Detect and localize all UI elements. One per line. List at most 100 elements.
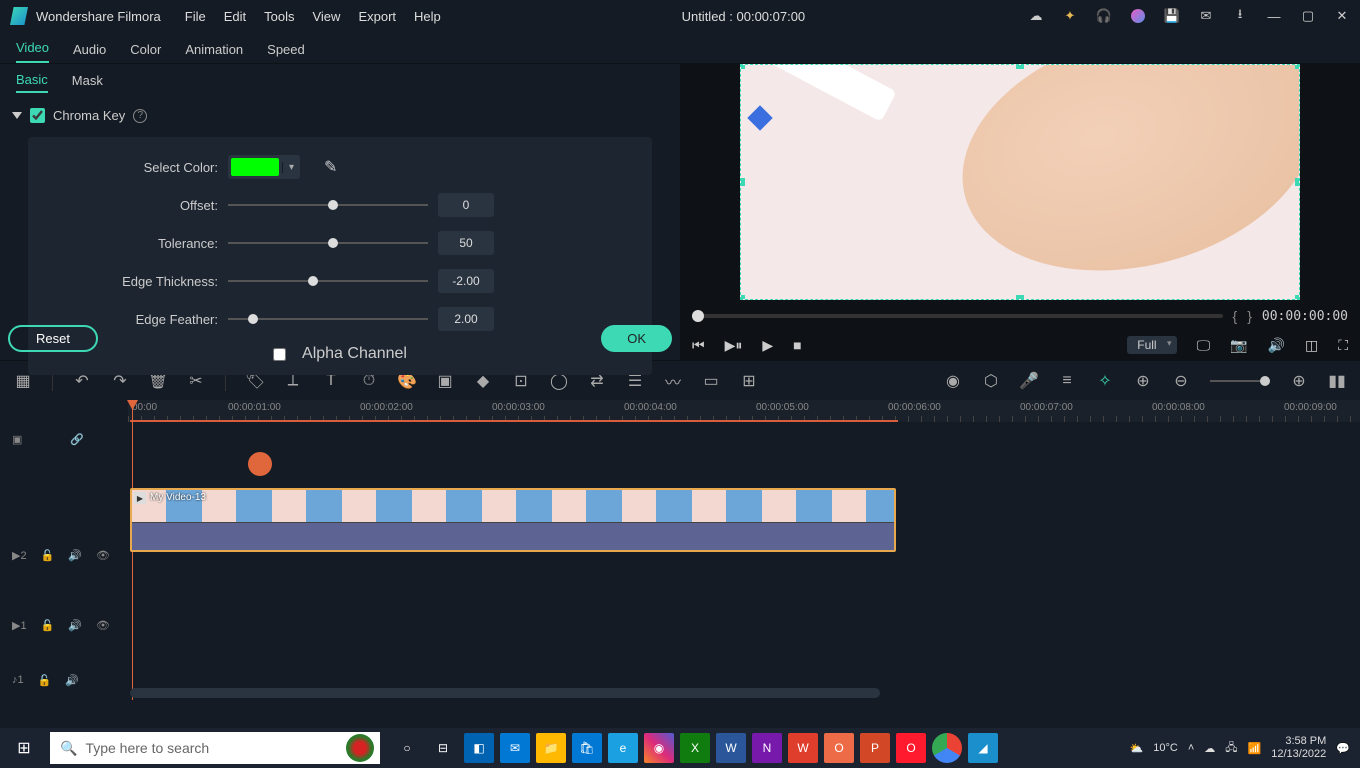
word-icon[interactable]: W: [716, 733, 746, 763]
menu-export[interactable]: Export: [358, 9, 396, 24]
mute-icon[interactable]: 🔊: [68, 549, 82, 562]
resize-handle[interactable]: [740, 295, 745, 300]
eyedropper-icon[interactable]: ✎: [324, 157, 337, 177]
mail-icon[interactable]: ✉: [1198, 8, 1214, 24]
mic-icon[interactable]: 🎤: [1020, 372, 1038, 390]
color-swatch-button[interactable]: ▾: [228, 155, 300, 179]
offset-value[interactable]: 0: [438, 193, 494, 217]
marker-icon[interactable]: ⬡: [982, 372, 1000, 390]
chrome-icon[interactable]: [932, 733, 962, 763]
edge-thickness-value[interactable]: -2.00: [438, 269, 494, 293]
cortana-icon[interactable]: ○: [392, 733, 422, 763]
collapse-icon[interactable]: [12, 112, 22, 119]
weather-icon[interactable]: ⛅: [1130, 742, 1144, 755]
scrub-thumb[interactable]: [692, 310, 704, 322]
edge-icon[interactable]: e: [608, 733, 638, 763]
edge-thickness-slider[interactable]: [228, 273, 428, 289]
play-pause-icon[interactable]: ▶⏸: [725, 337, 743, 354]
menu-tools[interactable]: Tools: [264, 9, 294, 24]
mute-icon[interactable]: 🔊: [65, 674, 79, 687]
zoom-in-icon[interactable]: ⊕: [1290, 372, 1308, 390]
track-a1[interactable]: [128, 626, 1360, 666]
save-icon[interactable]: 💾: [1164, 8, 1180, 24]
opera-icon[interactable]: O: [896, 733, 926, 763]
mute-icon[interactable]: 🔊: [68, 619, 82, 632]
video-clip[interactable]: ▶ My Video-13: [130, 488, 896, 552]
time-ruler[interactable]: 00:0000:00:01:0000:00:02:0000:00:03:0000…: [128, 400, 1360, 422]
auto-ripple-icon[interactable]: ✧: [1096, 372, 1114, 390]
mail-app-icon[interactable]: ✉: [500, 733, 530, 763]
track-motion-icon[interactable]: ◉: [944, 372, 962, 390]
maximize-icon[interactable]: ▢: [1300, 8, 1316, 24]
fullscreen-icon[interactable]: ⛶: [1338, 337, 1348, 354]
resize-handle[interactable]: [1295, 178, 1300, 186]
menu-edit[interactable]: Edit: [224, 9, 246, 24]
filmora-taskbar-icon[interactable]: ◢: [968, 733, 998, 763]
tolerance-value[interactable]: 50: [438, 231, 494, 255]
resize-handle[interactable]: [1295, 295, 1300, 300]
weather-text[interactable]: 10°C: [1153, 742, 1178, 754]
add-marker-icon[interactable]: ⊕: [1134, 372, 1152, 390]
download-icon[interactable]: ⭳: [1232, 8, 1248, 24]
render-icon[interactable]: ▭: [702, 372, 720, 390]
chroma-key-checkbox[interactable]: [30, 108, 45, 123]
group-icon[interactable]: ⊞: [740, 372, 758, 390]
subtab-basic[interactable]: Basic: [16, 72, 48, 93]
track-type-video-icon[interactable]: ▶1: [12, 619, 27, 632]
compare-icon[interactable]: ◫: [1305, 337, 1318, 354]
resize-handle[interactable]: [740, 64, 745, 69]
preview-frame[interactable]: [740, 64, 1300, 300]
track-v2[interactable]: ▶ My Video-13: [128, 486, 1360, 556]
tray-wifi-icon[interactable]: 📶: [1248, 742, 1262, 755]
lock-icon[interactable]: 🔓: [38, 674, 52, 687]
tray-chevron-icon[interactable]: ˄: [1188, 742, 1194, 754]
offset-slider[interactable]: [228, 197, 428, 213]
track-v1[interactable]: [128, 556, 1360, 626]
store-icon[interactable]: 🛍: [572, 733, 602, 763]
visibility-icon[interactable]: 👁: [96, 619, 110, 632]
close-icon[interactable]: ✕: [1334, 8, 1350, 24]
media-icon[interactable]: ▣: [12, 433, 22, 446]
cloud-icon[interactable]: ☁: [1028, 8, 1044, 24]
noise-icon[interactable]: 〰: [664, 372, 682, 390]
snapshot-icon[interactable]: 📷: [1230, 337, 1247, 354]
tab-color[interactable]: Color: [130, 42, 161, 63]
tab-audio[interactable]: Audio: [73, 42, 106, 63]
timeline-marker[interactable]: [248, 452, 272, 476]
onenote-icon[interactable]: N: [752, 733, 782, 763]
start-button[interactable]: ⊞: [0, 728, 48, 768]
headphones-icon[interactable]: 🎧: [1096, 8, 1112, 24]
help-icon[interactable]: ?: [133, 109, 147, 123]
horizontal-scrollbar[interactable]: [130, 688, 880, 698]
profile-icon[interactable]: [1130, 8, 1146, 24]
resize-handle[interactable]: [1016, 64, 1024, 69]
task-view-icon[interactable]: ⊟: [428, 733, 458, 763]
ok-button[interactable]: OK: [601, 325, 672, 352]
quality-dropdown[interactable]: Full: [1127, 336, 1176, 354]
tab-animation[interactable]: Animation: [185, 42, 243, 63]
display-icon[interactable]: 🖵: [1197, 337, 1211, 354]
prev-frame-icon[interactable]: ⏮: [692, 337, 705, 354]
track-type-audio-icon[interactable]: ♪1: [12, 674, 24, 686]
explorer-icon[interactable]: 📁: [536, 733, 566, 763]
preview-scrub-bar[interactable]: [692, 314, 1223, 318]
notifications-icon[interactable]: 💬: [1336, 742, 1350, 755]
resize-handle[interactable]: [1016, 295, 1024, 300]
resize-handle[interactable]: [1295, 64, 1300, 69]
tab-video[interactable]: Video: [16, 40, 49, 63]
wps-icon[interactable]: W: [788, 733, 818, 763]
tray-network-icon[interactable]: 🖧: [1225, 739, 1237, 758]
lock-icon[interactable]: 🔓: [41, 549, 55, 562]
visibility-icon[interactable]: 👁: [96, 549, 110, 562]
play-icon[interactable]: ▶: [762, 337, 773, 354]
office-icon[interactable]: O: [824, 733, 854, 763]
tab-speed[interactable]: Speed: [267, 42, 305, 63]
lock-icon[interactable]: 🔓: [41, 619, 55, 632]
subtab-mask[interactable]: Mask: [72, 73, 103, 92]
zoom-fit-icon[interactable]: ▮▮: [1328, 372, 1346, 390]
zoom-slider[interactable]: [1210, 380, 1270, 382]
taskbar-search[interactable]: 🔍 Type here to search: [50, 732, 380, 764]
chroma-key-header[interactable]: Chroma Key ?: [0, 100, 680, 131]
audio-mixer-icon[interactable]: ≡: [1058, 372, 1076, 390]
chevron-down-icon[interactable]: ▾: [282, 162, 300, 173]
